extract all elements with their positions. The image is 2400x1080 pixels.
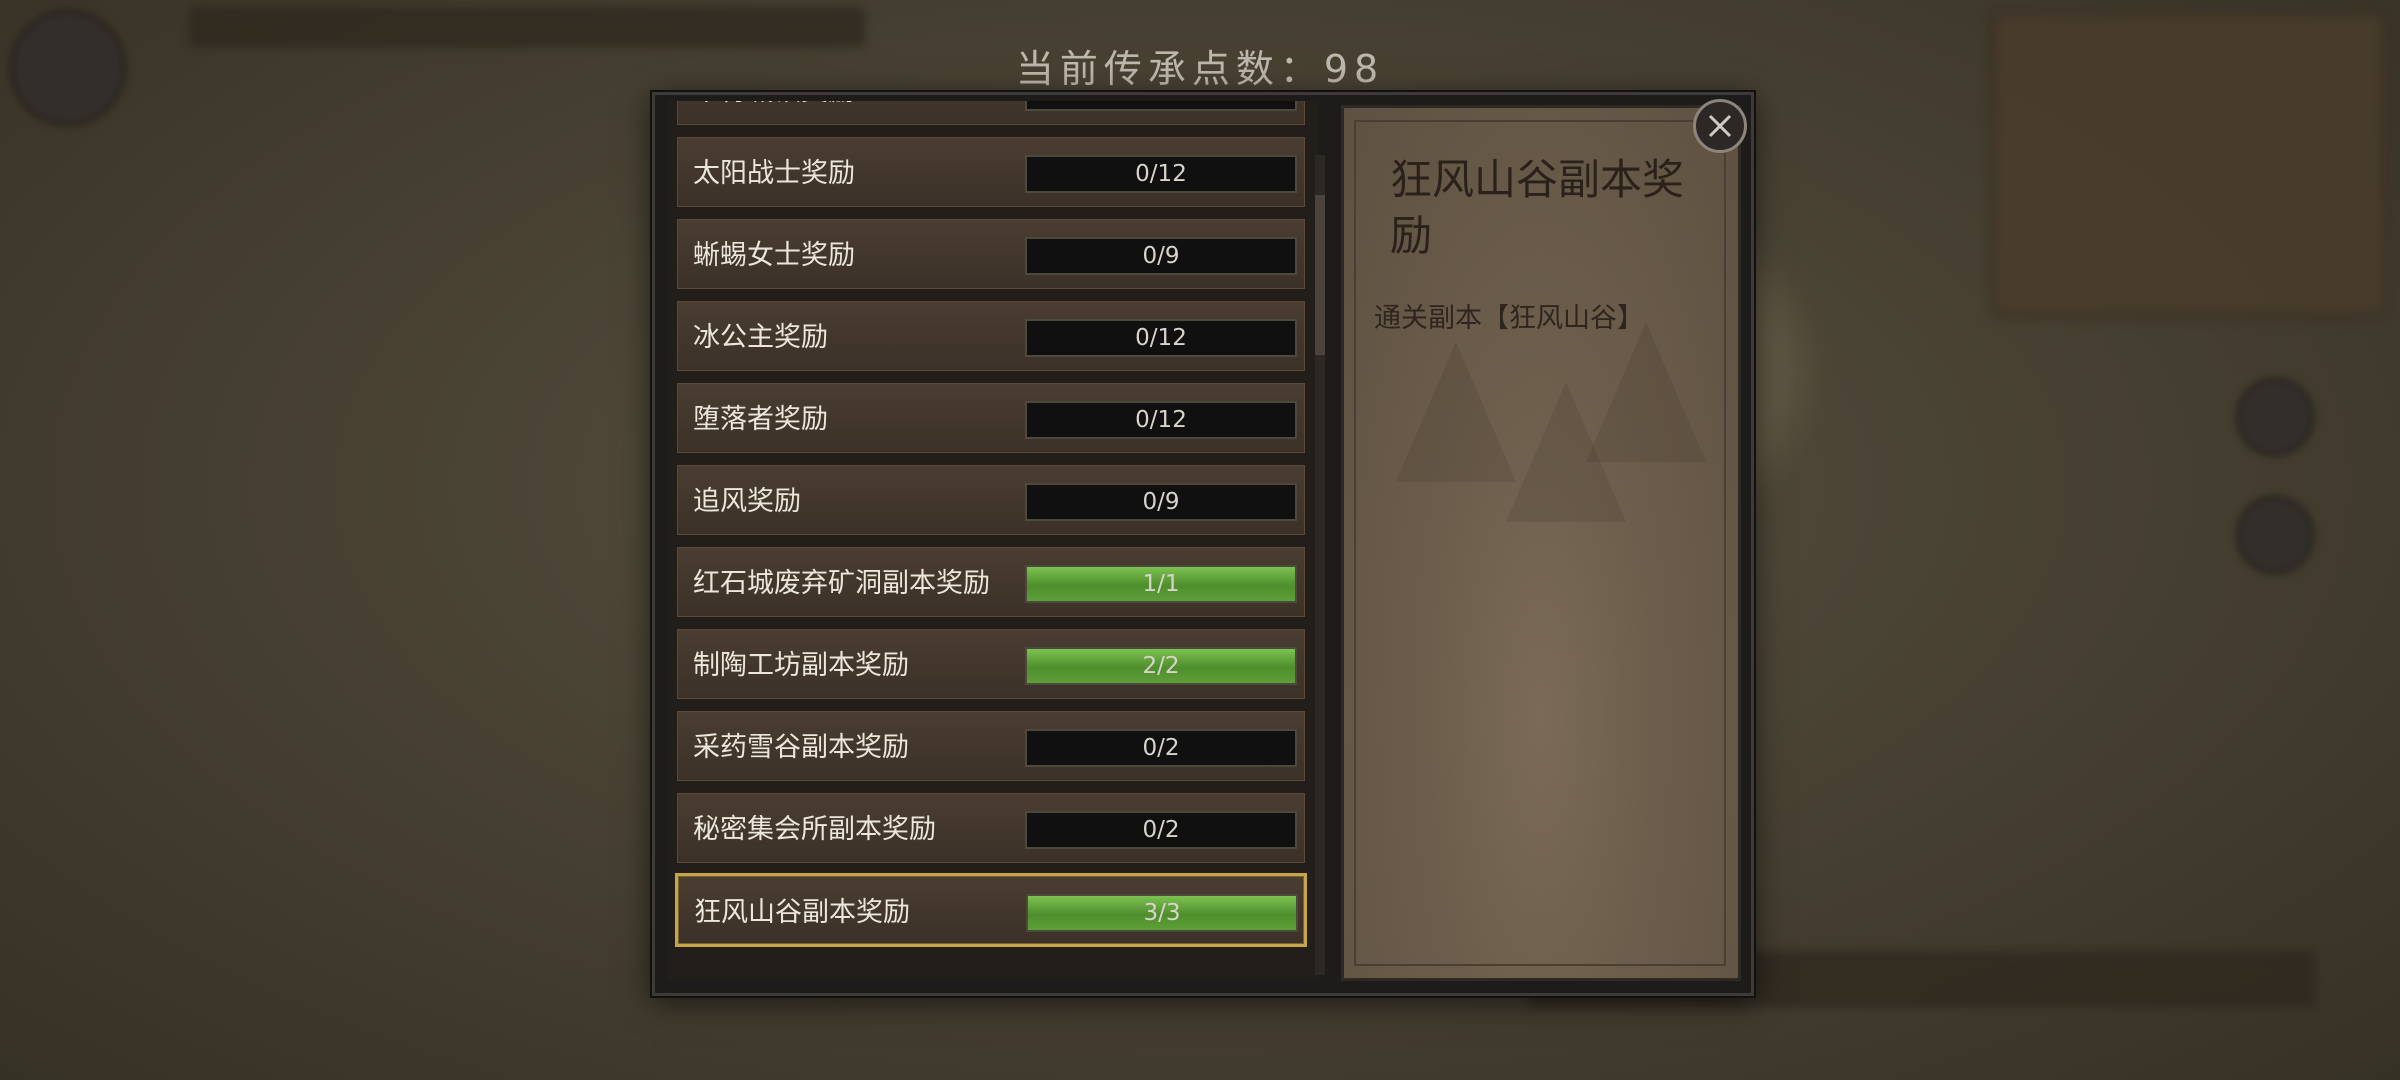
progress-text: 3/3 <box>1143 900 1181 926</box>
reward-label: 制陶工坊副本奖励 <box>693 650 909 681</box>
reward-label: 蜥蜴女士奖励 <box>693 240 855 271</box>
rewards-modal: 帮青城镇奖励0/10太阳战士奖励0/12蜥蜴女士奖励0/9冰公主奖励0/12堕落… <box>652 92 1754 996</box>
progress-text: 2/2 <box>1142 653 1180 679</box>
progress-text: 0/10 <box>1135 101 1187 105</box>
progress-text: 1/1 <box>1142 571 1180 597</box>
reward-label: 狂风山谷副本奖励 <box>694 897 910 928</box>
reward-row[interactable]: 蜥蜴女士奖励 0/9 <box>675 217 1307 291</box>
rewards-list[interactable]: 帮青城镇奖励0/10太阳战士奖励0/12蜥蜴女士奖励0/9冰公主奖励0/12堕落… <box>667 101 1319 981</box>
reward-progress-bar: 0/10 <box>1025 101 1297 111</box>
reward-row[interactable]: 堕落者奖励 0/12 <box>675 381 1307 455</box>
close-button[interactable] <box>1693 99 1747 153</box>
reward-progress-bar: 0/12 <box>1025 155 1297 193</box>
reward-label: 红石城废弃矿洞副本奖励 <box>693 568 990 599</box>
reward-row[interactable]: 采药雪谷副本奖励 0/2 <box>675 709 1307 783</box>
reward-progress-bar: 0/9 <box>1025 237 1297 275</box>
reward-row[interactable]: 太阳战士奖励 0/12 <box>675 135 1307 209</box>
scrollbar-thumb[interactable] <box>1315 195 1325 355</box>
reward-row[interactable]: 冰公主奖励 0/12 <box>675 299 1307 373</box>
reward-label: 采药雪谷副本奖励 <box>693 732 909 763</box>
reward-progress-bar: 0/2 <box>1025 729 1297 767</box>
decorative-tree <box>1586 322 1706 462</box>
reward-progress-bar: 0/12 <box>1025 401 1297 439</box>
reward-progress-bar: 0/2 <box>1025 811 1297 849</box>
reward-row[interactable]: 狂风山谷副本奖励 3/3 <box>675 873 1307 947</box>
progress-text: 0/12 <box>1135 161 1187 187</box>
progress-text: 0/2 <box>1142 735 1180 761</box>
reward-label: 秘密集会所副本奖励 <box>693 814 936 845</box>
progress-text: 0/12 <box>1135 407 1187 433</box>
reward-detail-panel: 狂风山谷副本奖励 通关副本【狂风山谷】 <box>1341 105 1741 981</box>
reward-label: 堕落者奖励 <box>693 404 828 435</box>
progress-text: 0/2 <box>1142 817 1180 843</box>
reward-progress-bar: 2/2 <box>1025 647 1297 685</box>
reward-row[interactable]: 制陶工坊副本奖励 2/2 <box>675 627 1307 701</box>
close-icon <box>1708 114 1732 138</box>
rewards-scrollbar[interactable] <box>1315 155 1325 975</box>
reward-row[interactable]: 红石城废弃矿洞副本奖励 1/1 <box>675 545 1307 619</box>
reward-row[interactable]: 秘密集会所副本奖励 0/2 <box>675 791 1307 865</box>
reward-label: 冰公主奖励 <box>693 322 828 353</box>
detail-description: 通关副本【狂风山谷】 <box>1374 303 1644 334</box>
progress-text: 0/9 <box>1142 489 1180 515</box>
reward-progress-bar: 1/1 <box>1025 565 1297 603</box>
reward-label: 帮青城镇奖励 <box>693 101 855 129</box>
reward-progress-bar: 0/12 <box>1025 319 1297 357</box>
reward-progress-bar: 0/9 <box>1025 483 1297 521</box>
progress-text: 0/12 <box>1135 325 1187 351</box>
detail-title: 狂风山谷副本奖励 <box>1390 155 1685 260</box>
reward-row[interactable]: 帮青城镇奖励 0/10 <box>675 101 1307 127</box>
reward-progress-bar: 3/3 <box>1026 894 1298 932</box>
decorative-tree <box>1396 342 1516 482</box>
reward-label: 追风奖励 <box>693 486 801 517</box>
progress-text: 0/9 <box>1142 243 1180 269</box>
legacy-points-label: 当前传承点数：98 <box>1015 47 1385 91</box>
reward-row[interactable]: 追风奖励 0/9 <box>675 463 1307 537</box>
reward-label: 太阳战士奖励 <box>693 158 855 189</box>
